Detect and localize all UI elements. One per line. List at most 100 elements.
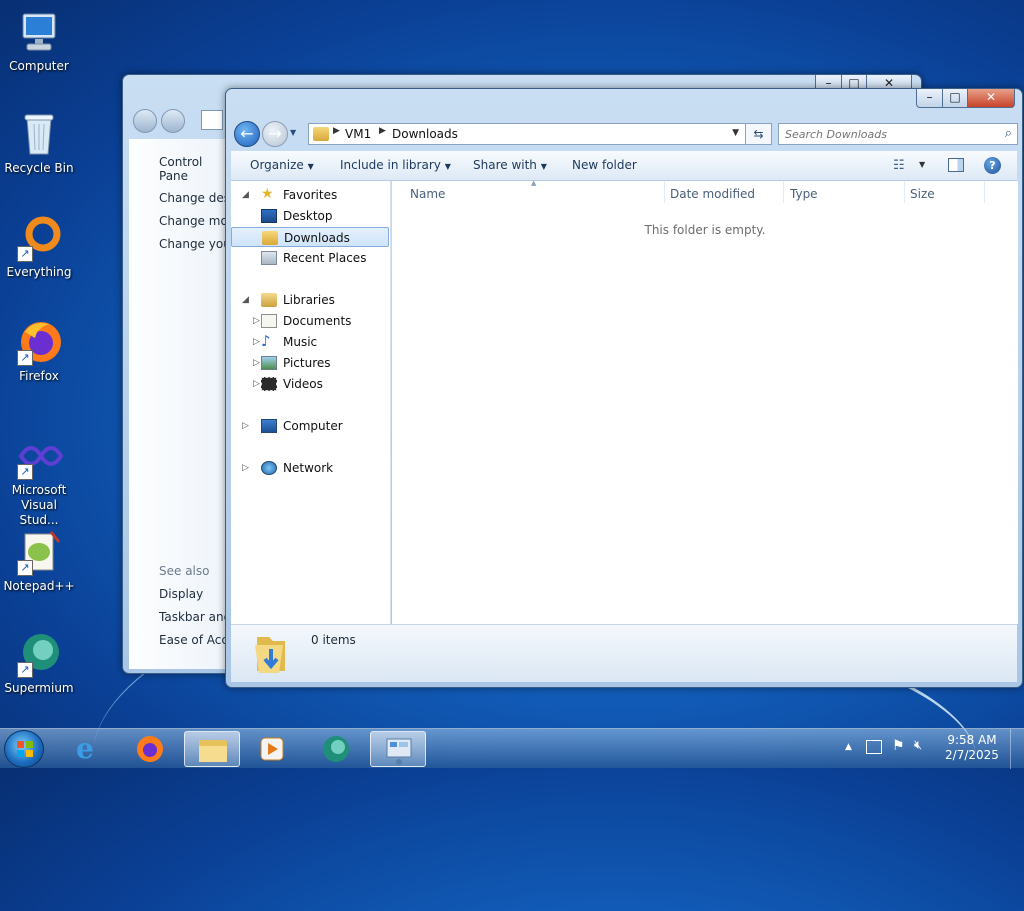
nav-label: Libraries: [283, 293, 335, 307]
documents-icon: [261, 314, 277, 328]
navigation-pane: ◢ ★ Favorites Desktop Downloads Recent P…: [231, 181, 391, 624]
forward-button[interactable]: [161, 109, 185, 133]
back-button[interactable]: [133, 109, 157, 133]
control-panel-icon: [201, 110, 223, 130]
column-divider[interactable]: [984, 181, 985, 203]
search-input[interactable]: [783, 126, 993, 142]
action-center-icon[interactable]: [866, 740, 882, 754]
start-button[interactable]: [4, 730, 44, 768]
nav-label: Downloads: [284, 231, 350, 245]
volume-muted-icon[interactable]: 🔇︎: [914, 738, 922, 753]
expand-arrow-icon[interactable]: ◢: [242, 185, 249, 205]
nav-favorites[interactable]: ◢ ★ Favorites: [231, 185, 389, 205]
network-icon: [261, 461, 277, 475]
chevron-down-icon: ▼: [540, 162, 547, 171]
expand-arrow-icon[interactable]: ▷: [242, 416, 249, 436]
show-hidden-icons-button[interactable]: ▲: [845, 742, 852, 752]
minimize-button[interactable]: –: [916, 89, 943, 108]
nav-network[interactable]: ▷ Network: [231, 458, 389, 478]
taskbar-windows-explorer[interactable]: [184, 731, 240, 767]
back-button[interactable]: ←: [234, 121, 260, 147]
sidebar-link[interactable]: Change you: [159, 237, 231, 251]
nav-pictures[interactable]: ▷ Pictures: [231, 353, 389, 373]
taskbar-control-panel[interactable]: [370, 731, 426, 767]
desktop-icon-everything[interactable]: ↗ Everything: [0, 214, 78, 280]
taskbar-supermium[interactable]: [308, 731, 364, 767]
clock[interactable]: 9:58 AM 2/7/2025: [940, 733, 1004, 763]
sidebar-link[interactable]: Change mou: [159, 214, 235, 228]
expand-arrow-icon[interactable]: ▷: [242, 458, 249, 478]
organize-button[interactable]: Organize ▼: [250, 158, 314, 172]
see-also-link[interactable]: Display: [159, 587, 203, 601]
show-desktop-button[interactable]: [1010, 729, 1024, 769]
control-panel-home-link[interactable]: Control Pane: [159, 155, 229, 183]
new-folder-button[interactable]: New folder: [572, 158, 637, 172]
see-also-link[interactable]: Ease of Acce: [159, 633, 235, 647]
visual-studio-icon: ↗: [15, 432, 64, 480]
expand-arrow-icon[interactable]: ▷: [253, 332, 260, 352]
nav-downloads[interactable]: Downloads: [231, 227, 389, 247]
taskbar-firefox[interactable]: [122, 731, 178, 767]
recent-places-icon: [261, 251, 277, 265]
column-header-name[interactable]: Name: [410, 187, 445, 201]
star-icon: ★: [261, 186, 274, 202]
address-history-dropdown[interactable]: ▼: [732, 128, 739, 138]
desktop-icon-visual-studio[interactable]: ↗ Microsoft Visual Stud...: [0, 432, 78, 528]
share-with-button[interactable]: Share with ▼: [473, 158, 547, 172]
nav-recent-places[interactable]: Recent Places: [231, 248, 389, 268]
forward-button[interactable]: →: [262, 121, 288, 147]
view-options-icon[interactable]: ☷: [893, 158, 905, 173]
downloads-folder-icon: [251, 631, 291, 677]
chevron-down-icon[interactable]: ▼: [919, 160, 925, 169]
preview-pane-icon[interactable]: [948, 158, 964, 172]
recycle-bin-icon: [15, 110, 63, 158]
search-box[interactable]: ⌕: [778, 123, 1018, 145]
expand-arrow-icon[interactable]: ▷: [253, 353, 260, 373]
desktop-icon-firefox[interactable]: ↗ Firefox: [0, 318, 78, 384]
desktop-icon-computer[interactable]: Computer: [0, 8, 78, 74]
nav-label: Recent Places: [283, 251, 367, 265]
column-header-size[interactable]: Size: [910, 187, 935, 201]
desktop-icon-supermium[interactable]: ↗ Supermium: [0, 630, 78, 696]
help-icon[interactable]: ?: [984, 157, 1001, 174]
maximize-button[interactable]: □: [942, 89, 968, 108]
close-button[interactable]: ✕: [967, 89, 1015, 108]
expand-arrow-icon[interactable]: ◢: [242, 290, 249, 310]
see-also-link[interactable]: Taskbar and: [159, 610, 231, 624]
nav-desktop[interactable]: Desktop: [231, 206, 389, 226]
desktop-icon-recycle-bin[interactable]: Recycle Bin: [0, 110, 78, 176]
column-divider[interactable]: [664, 181, 665, 203]
expand-arrow-icon[interactable]: ▷: [253, 311, 260, 331]
column-header-type[interactable]: Type: [790, 187, 818, 201]
column-header-row: Name ▲ Date modified Type Size: [392, 179, 1018, 203]
nav-music[interactable]: ▷ ♪ Music: [231, 332, 389, 352]
taskbar-media-player[interactable]: [244, 731, 300, 767]
column-divider[interactable]: [783, 181, 784, 203]
explorer-window[interactable]: – □ ✕ ← → ▼ ▶ VM1 ▶ Downloads ▼ ⇆ ⌕ Orga…: [225, 88, 1023, 688]
breadcrumb-vm1[interactable]: VM1: [345, 127, 371, 141]
expand-arrow-icon[interactable]: ▷: [253, 374, 260, 394]
chevron-down-icon: ▼: [444, 162, 451, 171]
desktop-icon-label: Supermium: [4, 681, 74, 695]
breadcrumb-separator-icon[interactable]: ▶: [379, 126, 386, 136]
column-divider[interactable]: [904, 181, 905, 203]
include-in-library-button[interactable]: Include in library ▼: [340, 158, 451, 172]
column-header-date-modified[interactable]: Date modified: [670, 187, 755, 201]
nav-videos[interactable]: ▷ Videos: [231, 374, 389, 394]
nav-label: Music: [283, 335, 318, 349]
address-bar[interactable]: ▶ VM1 ▶ Downloads ▼: [308, 123, 746, 145]
flag-icon[interactable]: ⚑: [892, 738, 905, 754]
breadcrumb-downloads[interactable]: Downloads: [392, 127, 458, 141]
refresh-button[interactable]: ⇆: [746, 123, 772, 145]
nav-libraries[interactable]: ◢ Libraries: [231, 290, 389, 310]
desktop-icon-notepad-plus-plus[interactable]: ↗ Notepad++: [0, 528, 78, 594]
taskbar-internet-explorer[interactable]: e: [62, 731, 118, 767]
search-icon[interactable]: ⌕: [1005, 126, 1012, 141]
file-list[interactable]: Name ▲ Date modified Type Size This fold…: [392, 179, 1018, 624]
nav-documents[interactable]: ▷ Documents: [231, 311, 389, 331]
control-panel-icon: [386, 738, 412, 765]
recent-pages-dropdown[interactable]: ▼: [290, 128, 296, 137]
downloads-folder-icon: [262, 231, 278, 245]
breadcrumb-separator-icon[interactable]: ▶: [333, 126, 340, 136]
nav-computer[interactable]: ▷ Computer: [231, 416, 389, 436]
